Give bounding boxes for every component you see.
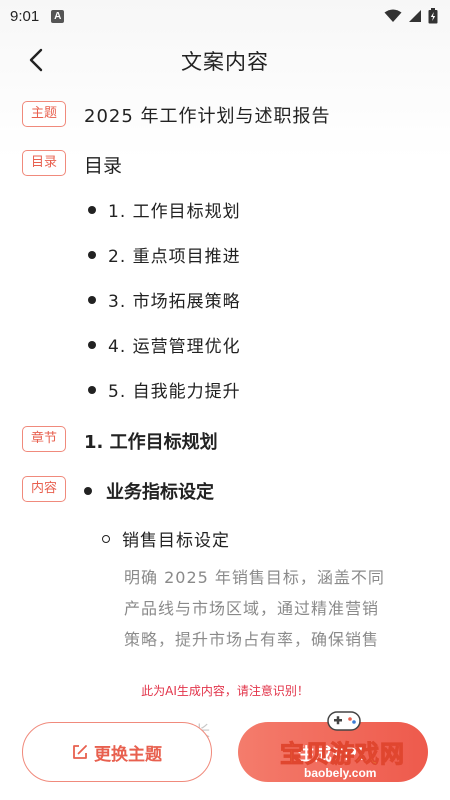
bullet-dot [88,385,96,394]
paragraph-line: 明确 2025 年销售目标，涵盖不同 [124,568,385,587]
toc-item-label: 2. 重点项目推进 [108,247,241,267]
toc-item-label: 5. 自我能力提升 [108,382,241,402]
toc-item: 1. 工作目标规划 [88,197,241,222]
status-bar: 9:01 A [0,0,450,32]
toc-item-label: 1. 工作目标规划 [108,202,241,222]
content-tag: 内容 [22,476,66,502]
sub-bullet-label: 销售目标设定 [122,531,230,551]
status-icons [384,8,438,24]
toc-item-label: 3. 市场拓展策略 [108,292,241,312]
toc-item: 5. 自我能力提升 [88,377,241,402]
signal-icon [409,10,421,22]
toc-item: 2. 重点项目推进 [88,242,241,267]
toc-heading: 目录 [84,155,123,177]
bullet-dot [88,340,96,349]
bullet-dot [88,295,96,304]
bullet-dot [88,205,96,214]
bullet-dot [84,487,92,495]
status-time: 9:01 [10,7,40,25]
content-bullet-label: 业务指标设定 [106,482,214,503]
header: 文案内容 [0,32,450,88]
wifi-icon [384,9,402,22]
generate-ppt-label: 生成PPT [297,744,369,765]
sub-bullet: 销售目标设定 [102,526,230,551]
topic-text: 2025 年工作计划与述职报告 [84,106,331,127]
change-theme-button[interactable]: 更换主题 [22,722,212,782]
notification-icon: A [51,9,65,23]
page-title: 文案内容 [181,50,269,74]
toc-item-label: 4. 运营管理优化 [108,337,241,357]
content-bullet: 业务指标设定 [84,478,214,504]
toc-item: 4. 运营管理优化 [88,332,241,357]
chapter-tag: 章节 [22,426,66,452]
chapter-text: 1. 工作目标规划 [84,432,218,453]
paragraph-line: 产品线与市场区域，通过精准营销 [124,599,380,618]
edit-icon [73,745,87,759]
toc-item: 3. 市场拓展策略 [88,287,241,312]
ai-notice: 此为AI生成内容，请注意识别！ [141,684,309,698]
topic-tag: 主题 [22,101,66,127]
battery-icon [428,8,438,24]
toc-tag: 目录 [22,150,66,176]
generate-ppt-button[interactable]: 生成PPT [238,722,428,782]
bullet-dot [88,250,96,259]
change-theme-label: 更换主题 [94,744,162,765]
hollow-bullet [102,534,110,543]
